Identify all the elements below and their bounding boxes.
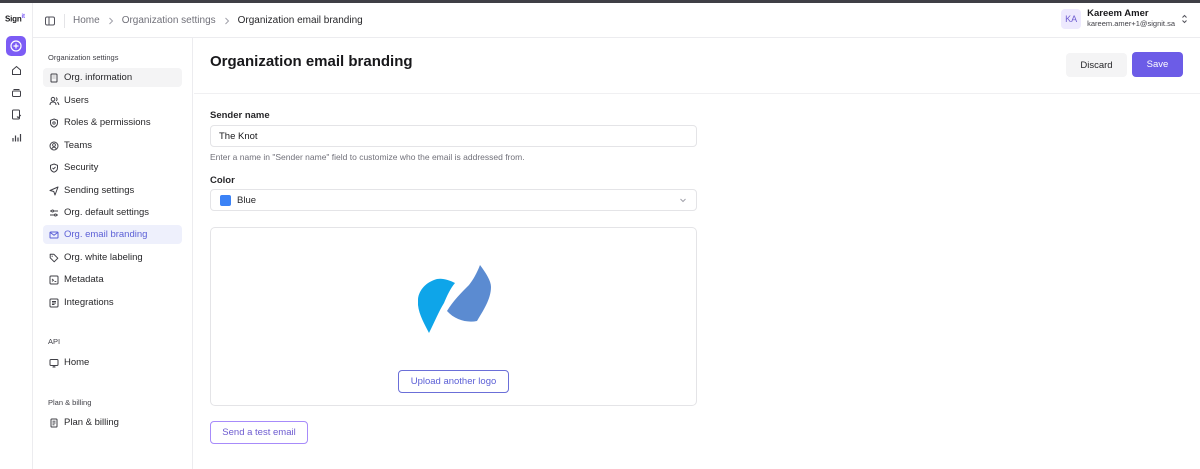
color-select-value: Blue <box>237 194 257 206</box>
sidebar-item-sending-settings[interactable]: Sending settings <box>43 181 182 200</box>
sidebar-item-label: Org. email branding <box>64 229 148 240</box>
sidebar-item-label: Roles & permissions <box>64 117 151 128</box>
sidebar-item-users[interactable]: Users <box>43 91 182 110</box>
top-header: Home Organization settings Organization … <box>33 3 1200 38</box>
save-button[interactable]: Save <box>1132 52 1183 77</box>
sidebar-item-label: Org. default settings <box>64 207 150 218</box>
create-new-button[interactable] <box>6 36 26 56</box>
sidebar-item-label: Plan & billing <box>64 417 119 428</box>
stack-icon <box>11 88 21 97</box>
sidebar-item-security[interactable]: Security <box>43 158 182 177</box>
rail-analytics-button[interactable] <box>6 127 26 147</box>
avatar: KA <box>1061 8 1082 29</box>
sidebar-item-label: Sending settings <box>64 185 135 196</box>
sidebar-item-label: Users <box>64 95 89 106</box>
plus-circle-icon <box>10 40 22 52</box>
sidebar-item-org-information[interactable]: Org. information <box>43 68 182 87</box>
main-content: Organization email branding Discard Save… <box>194 38 1200 469</box>
sidebar-item-org-default-settings[interactable]: Org. default settings <box>43 203 182 222</box>
sidebar-section-title: Organization settings <box>48 53 119 62</box>
settings-sidebar: Organization settings Org. information U… <box>33 38 193 469</box>
sidebar-item-org-white-labeling[interactable]: Org. white labeling <box>43 248 182 267</box>
sidebar-item-label: Home <box>64 357 90 368</box>
metadata-icon <box>48 274 60 286</box>
chevron-right-icon <box>224 17 230 25</box>
brand-logo[interactable]: Signit <box>5 14 25 24</box>
sender-name-label: Sender name <box>210 110 270 121</box>
building-icon <box>48 72 60 84</box>
sidebar-item-label: Org. white labeling <box>64 252 143 263</box>
sidebar-section-title-api: API <box>48 337 61 346</box>
api-home-icon <box>48 357 60 369</box>
chevron-up-down-icon <box>1181 14 1188 24</box>
discard-button[interactable]: Discard <box>1066 53 1127 77</box>
sender-name-hint: Enter a name in "Sender name" field to c… <box>210 152 525 162</box>
breadcrumb-organization-settings[interactable]: Organization settings <box>122 15 216 26</box>
sidebar-item-teams[interactable]: Teams <box>43 136 182 155</box>
sidebar-toggle-button[interactable] <box>43 14 57 28</box>
shield-icon <box>48 162 60 174</box>
color-label: Color <box>210 175 235 186</box>
rail-home-button[interactable] <box>6 60 26 80</box>
breadcrumb-home[interactable]: Home <box>73 15 100 26</box>
sidebar-toggle-icon <box>45 16 55 26</box>
user-email: kareem.amer+1@signit.sa <box>1087 19 1175 28</box>
sender-name-input[interactable] <box>210 125 697 147</box>
organization-logo <box>418 265 491 333</box>
tag-icon <box>48 252 60 264</box>
sidebar-item-roles-permissions[interactable]: Roles & permissions <box>43 113 182 132</box>
color-select[interactable]: Blue <box>210 189 697 211</box>
header-divider <box>194 93 1200 94</box>
header-divider <box>64 14 65 28</box>
shield-gear-icon <box>48 117 60 129</box>
analytics-icon <box>11 133 21 141</box>
document-check-icon <box>11 109 21 119</box>
app-rail: Signit <box>0 3 33 469</box>
home-icon <box>11 65 21 75</box>
color-swatch <box>220 194 231 206</box>
sidebar-item-org-email-branding[interactable]: Org. email branding <box>43 225 182 244</box>
sidebar-item-label: Security <box>64 162 99 173</box>
sidebar-item-label: Metadata <box>64 274 104 285</box>
user-name: Kareem Amer <box>1087 8 1149 19</box>
sidebar-item-label: Org. information <box>64 72 133 83</box>
rail-documents-button[interactable] <box>6 82 26 102</box>
breadcrumb-current: Organization email branding <box>237 15 363 26</box>
chevron-down-icon <box>679 196 687 207</box>
chevron-right-icon <box>108 17 114 25</box>
sidebar-item-api-home[interactable]: Home <box>43 353 182 372</box>
sliders-icon <box>48 207 60 219</box>
mail-icon <box>48 229 60 241</box>
sidebar-item-plan-billing[interactable]: Plan & billing <box>43 413 182 432</box>
send-icon <box>48 185 60 197</box>
logo-upload-area: Upload another logo <box>210 227 697 406</box>
page-title: Organization email branding <box>210 53 413 70</box>
rail-templates-button[interactable] <box>6 104 26 124</box>
sidebar-item-label: Integrations <box>64 297 114 308</box>
sidebar-section-title-billing: Plan & billing <box>48 398 92 407</box>
sidebar-item-metadata[interactable]: Metadata <box>43 270 182 289</box>
user-menu[interactable]: KA Kareem Amer kareem.amer+1@signit.sa <box>1061 8 1188 29</box>
team-icon <box>48 140 60 152</box>
receipt-icon <box>48 417 60 429</box>
sidebar-item-label: Teams <box>64 140 92 151</box>
integrations-icon <box>48 297 60 309</box>
upload-another-logo-button[interactable]: Upload another logo <box>398 370 509 393</box>
breadcrumb: Home Organization settings Organization … <box>73 15 363 26</box>
send-test-email-button[interactable]: Send a test email <box>210 421 308 444</box>
sidebar-item-integrations[interactable]: Integrations <box>43 293 182 312</box>
users-icon <box>48 95 60 107</box>
